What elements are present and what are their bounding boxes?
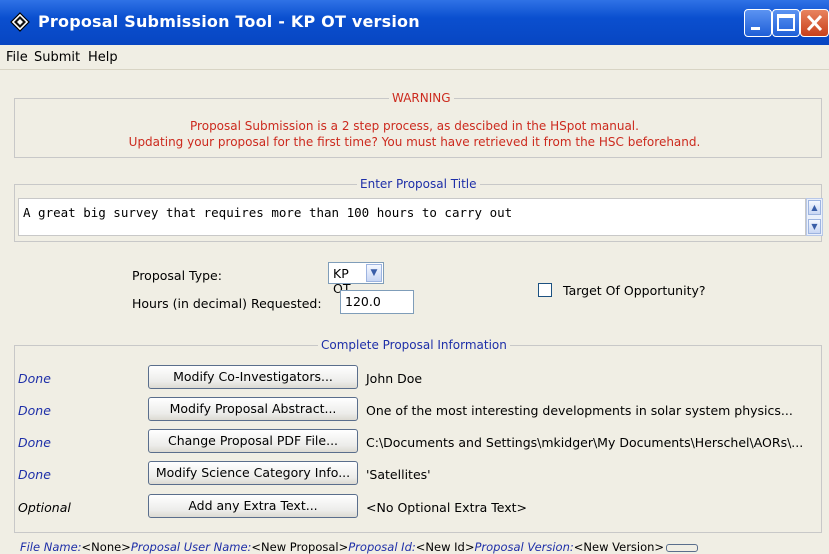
file-name-value: <None> xyxy=(81,540,131,554)
hours-input[interactable]: 120.0 xyxy=(340,290,414,314)
minimize-icon xyxy=(751,27,760,30)
menu-help[interactable]: Help xyxy=(88,50,118,65)
status-co-investigators: Done xyxy=(18,371,51,386)
close-button[interactable] xyxy=(800,9,829,37)
info-legend: Complete Proposal Information xyxy=(318,338,510,352)
title-bar: Proposal Submission Tool - KP OT version xyxy=(0,0,829,45)
status-pdf-file: Done xyxy=(18,435,51,450)
status-indicator xyxy=(666,543,699,552)
scroll-up-icon[interactable]: ▲ xyxy=(808,200,821,215)
pdf-file-info: C:\Documents and Settings\mkidger\My Doc… xyxy=(366,435,804,450)
scroll-down-icon[interactable]: ▼ xyxy=(808,219,821,234)
maximize-button[interactable] xyxy=(772,9,800,37)
proposal-type-label: Proposal Type: xyxy=(132,268,222,283)
menu-file[interactable]: File xyxy=(6,50,28,65)
maximize-icon xyxy=(777,14,795,31)
warning-line-1: Proposal Submission is a 2 step process,… xyxy=(190,119,639,133)
proposal-version-key: Proposal Version: xyxy=(474,540,574,554)
minimize-button[interactable] xyxy=(744,9,772,37)
user-name-value: <New Proposal> xyxy=(251,540,349,554)
status-bar: File Name:<None>Proposal User Name:<New … xyxy=(20,540,699,554)
title-legend: Enter Proposal Title xyxy=(357,177,480,191)
status-science-category: Done xyxy=(18,467,51,482)
change-pdf-file-button[interactable]: Change Proposal PDF File... xyxy=(148,429,358,453)
menu-bar: File Submit Help xyxy=(0,45,829,70)
extra-text-info: <No Optional Extra Text> xyxy=(366,500,527,515)
status-extra-text: Optional xyxy=(18,500,71,515)
menu-submit[interactable]: Submit xyxy=(34,50,80,65)
hours-label: Hours (in decimal) Requested: xyxy=(132,296,322,311)
proposal-id-value: <New Id> xyxy=(415,540,475,554)
abstract-info: One of the most interesting developments… xyxy=(366,403,793,418)
science-category-info: 'Satellites' xyxy=(366,467,431,482)
modify-science-category-button[interactable]: Modify Science Category Info... xyxy=(148,461,358,485)
warning-legend: WARNING xyxy=(389,91,454,105)
dropdown-arrow-icon[interactable]: ▼ xyxy=(366,264,382,282)
proposal-id-key: Proposal Id: xyxy=(348,540,416,554)
status-abstract: Done xyxy=(18,403,51,418)
co-investigators-info: John Doe xyxy=(366,371,423,386)
file-name-key: File Name: xyxy=(20,540,82,554)
modify-co-investigators-button[interactable]: Modify Co-Investigators... xyxy=(148,365,358,389)
add-extra-text-button[interactable]: Add any Extra Text... xyxy=(148,494,358,518)
close-icon xyxy=(806,14,823,32)
title-scrollbar[interactable]: ▲ ▼ xyxy=(806,198,823,236)
target-of-opportunity-checkbox[interactable] xyxy=(538,283,552,297)
app-icon xyxy=(10,12,30,32)
window-title: Proposal Submission Tool - KP OT version xyxy=(38,12,420,31)
user-name-key: Proposal User Name: xyxy=(130,540,252,554)
warning-line-2: Updating your proposal for the first tim… xyxy=(128,135,701,149)
target-of-opportunity-label: Target Of Opportunity? xyxy=(563,283,706,298)
proposal-version-value: <New Version> xyxy=(573,540,665,554)
proposal-title-input[interactable]: A great big survey that requires more th… xyxy=(18,198,806,236)
modify-abstract-button[interactable]: Modify Proposal Abstract... xyxy=(148,397,358,421)
